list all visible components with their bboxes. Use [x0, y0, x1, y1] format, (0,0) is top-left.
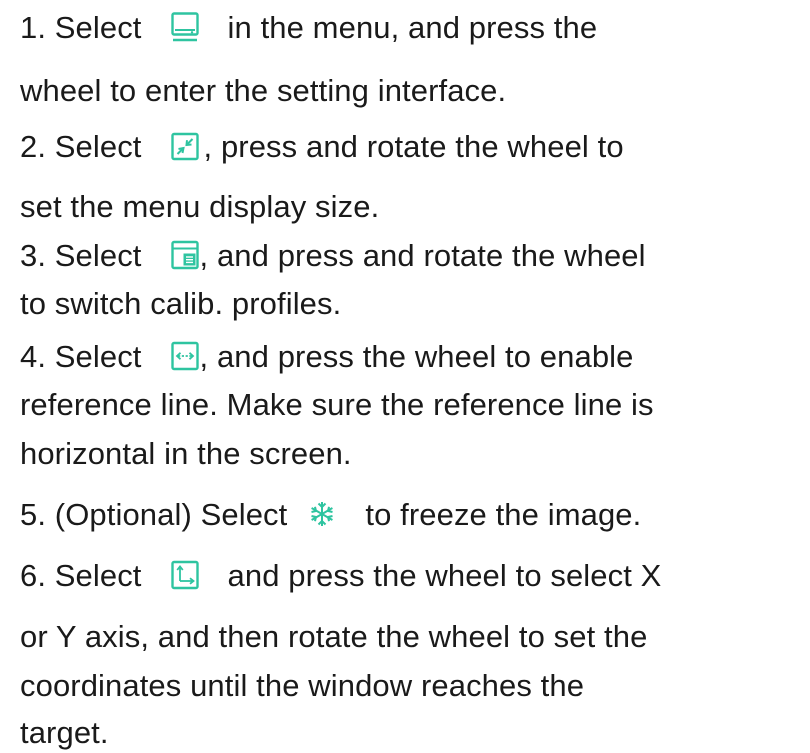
step-2-line-1: 2. Select , press and rotate the wheel to: [20, 127, 624, 167]
step-6-text: and press the wheel to select X: [227, 558, 662, 593]
step-3-text: , and press and rotate the wheel: [199, 238, 646, 273]
display-monitor-icon: [170, 11, 200, 43]
step-1-text: in the menu, and press the: [227, 10, 598, 45]
step-2-text: , press and rotate the wheel to: [203, 129, 624, 164]
calibration-profile-icon: [170, 239, 200, 271]
step-1-line-1: 1. Select in the menu, and press the: [20, 8, 597, 48]
resize-arrows-icon: [170, 130, 200, 162]
snowflake-freeze-icon: [307, 498, 337, 530]
step-2-line-2: set the menu display size.: [20, 189, 380, 224]
reference-line-icon: [170, 340, 200, 372]
step-3-line-2: to switch calib. profiles.: [20, 286, 342, 321]
step-4-prefix: 4. Select: [20, 339, 142, 374]
step-2-prefix: 2. Select: [20, 129, 142, 164]
step-4-text: , and press the wheel to enable: [199, 339, 634, 374]
step-6-prefix: 6. Select: [20, 558, 142, 593]
step-6-line-4: target.: [20, 715, 109, 750]
step-3-line-1: 3. Select , and press and rotate the whee…: [20, 236, 646, 276]
step-6-line-3: coordinates until the window reaches the: [20, 668, 585, 703]
step-5-prefix: 5. (Optional) Select: [20, 497, 288, 532]
step-3-prefix: 3. Select: [20, 238, 142, 273]
step-6-line-2: or Y axis, and then rotate the wheel to …: [20, 619, 648, 654]
step-6-line-1: 6. Select and press the wheel to select X: [20, 556, 661, 596]
step-1-prefix: 1. Select: [20, 10, 142, 45]
step-4-line-3: horizontal in the screen.: [20, 436, 352, 471]
step-5-line-1: 5. (Optional) Select to freeze the image.: [20, 495, 641, 535]
step-5-text: to freeze the image.: [365, 497, 642, 532]
step-1-line-2: wheel to enter the setting interface.: [20, 73, 507, 108]
step-4-line-2: reference line. Make sure the reference …: [20, 387, 654, 422]
xy-axis-coordinate-icon: [170, 559, 200, 591]
step-4-line-1: 4. Select , and press the wheel to enable: [20, 337, 633, 377]
